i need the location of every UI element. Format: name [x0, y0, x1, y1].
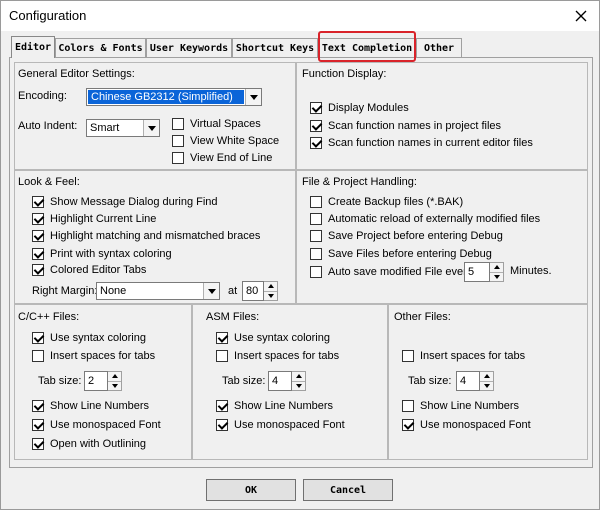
tab-editor[interactable]: Editor [11, 36, 55, 58]
asm-tab-size-spinner[interactable]: 4 [268, 371, 306, 391]
general-settings-title: General Editor Settings: [18, 68, 135, 80]
view-white-space-checkbox[interactable]: View White Space [172, 134, 279, 148]
encoding-label: Encoding: [18, 90, 67, 102]
minutes-label: Minutes. [510, 265, 552, 277]
title-bar: Configuration [1, 1, 599, 31]
other-files-title: Other Files: [394, 311, 451, 323]
chevron-down-icon [245, 89, 261, 105]
save-project-debug-checkbox[interactable]: Save Project before entering Debug [310, 229, 503, 243]
virtual-spaces-checkbox[interactable]: Virtual Spaces [172, 117, 261, 131]
close-button[interactable] [563, 1, 599, 31]
tab-colors-fonts[interactable]: Colors & Fonts [55, 38, 146, 57]
file-project-title: File & Project Handling: [302, 176, 417, 188]
auto-save-interval-spinner[interactable]: 5 [464, 262, 504, 282]
tab-shortcut-keys[interactable]: Shortcut Keys [232, 38, 318, 57]
look-feel-title: Look & Feel: [18, 176, 80, 188]
right-margin-label: Right Margin: [32, 285, 98, 297]
right-margin-value: None [100, 285, 127, 297]
auto-reload-checkbox[interactable]: Automatic reload of externally modified … [310, 212, 540, 226]
margin-column-spinner[interactable]: 80 [242, 281, 278, 301]
highlight-current-line-checkbox[interactable]: Highlight Current Line [32, 212, 156, 226]
at-label: at [228, 285, 238, 297]
text-completion-highlight [318, 31, 416, 62]
tab-user-keywords[interactable]: User Keywords [146, 38, 232, 57]
function-display-title: Function Display: [302, 68, 387, 80]
auto-indent-select[interactable]: Smart [86, 119, 160, 137]
other-line-numbers-checkbox[interactable]: Show Line Numbers [402, 399, 519, 413]
auto-indent-value: Smart [90, 122, 120, 134]
asm-tab-size-label: Tab size: [222, 375, 266, 387]
print-syntax-coloring-checkbox[interactable]: Print with syntax coloring [32, 247, 172, 261]
save-files-debug-checkbox[interactable]: Save Files before entering Debug [310, 247, 492, 261]
colored-editor-tabs-checkbox[interactable]: Colored Editor Tabs [32, 263, 146, 277]
auto-save-checkbox[interactable]: Auto save modified File every [310, 265, 472, 279]
editor-panel: General Editor Settings: Encoding: Chine… [9, 57, 593, 468]
cpp-tab-size-label: Tab size: [38, 375, 82, 387]
asm-files-title: ASM Files: [206, 311, 260, 323]
cpp-outlining-checkbox[interactable]: Open with Outlining [32, 437, 146, 451]
create-backup-checkbox[interactable]: Create Backup files (*.BAK) [310, 195, 463, 209]
highlight-braces-checkbox[interactable]: Highlight matching and mismatched braces [32, 229, 260, 243]
scan-project-files-checkbox[interactable]: Scan function names in project files [310, 119, 501, 133]
asm-syntax-coloring-checkbox[interactable]: Use syntax coloring [216, 331, 330, 345]
ok-button[interactable]: OK [206, 479, 296, 501]
cpp-insert-spaces-checkbox[interactable]: Insert spaces for tabs [32, 349, 155, 363]
asm-insert-spaces-checkbox[interactable]: Insert spaces for tabs [216, 349, 339, 363]
cpp-tab-size-spinner[interactable]: 2 [84, 371, 122, 391]
chevron-down-icon [143, 120, 159, 136]
encoding-select[interactable]: Chinese GB2312 (Simplified) [86, 88, 262, 106]
close-icon [575, 10, 587, 22]
cancel-button[interactable]: Cancel [303, 479, 393, 501]
view-end-of-line-checkbox[interactable]: View End of Line [172, 151, 272, 165]
show-message-dialog-checkbox[interactable]: Show Message Dialog during Find [32, 195, 218, 209]
asm-monospaced-checkbox[interactable]: Use monospaced Font [216, 418, 345, 432]
scan-editor-files-checkbox[interactable]: Scan function names in current editor fi… [310, 136, 533, 150]
cpp-monospaced-checkbox[interactable]: Use monospaced Font [32, 418, 161, 432]
asm-line-numbers-checkbox[interactable]: Show Line Numbers [216, 399, 333, 413]
chevron-down-icon [203, 283, 219, 299]
other-insert-spaces-checkbox[interactable]: Insert spaces for tabs [402, 349, 525, 363]
auto-indent-label: Auto Indent: [18, 120, 78, 132]
display-modules-checkbox[interactable]: Display Modules [310, 101, 409, 115]
window-title: Configuration [9, 8, 87, 23]
other-monospaced-checkbox[interactable]: Use monospaced Font [402, 418, 531, 432]
other-tab-size-spinner[interactable]: 4 [456, 371, 494, 391]
cpp-syntax-coloring-checkbox[interactable]: Use syntax coloring [32, 331, 146, 345]
cpp-files-title: C/C++ Files: [18, 311, 80, 323]
configuration-dialog: Configuration Editor Colors & Fonts User… [0, 0, 600, 510]
right-margin-select[interactable]: None [96, 282, 220, 300]
other-tab-size-label: Tab size: [408, 375, 452, 387]
encoding-value: Chinese GB2312 (Simplified) [88, 90, 244, 104]
tab-other[interactable]: Other [416, 38, 462, 57]
cpp-line-numbers-checkbox[interactable]: Show Line Numbers [32, 399, 149, 413]
